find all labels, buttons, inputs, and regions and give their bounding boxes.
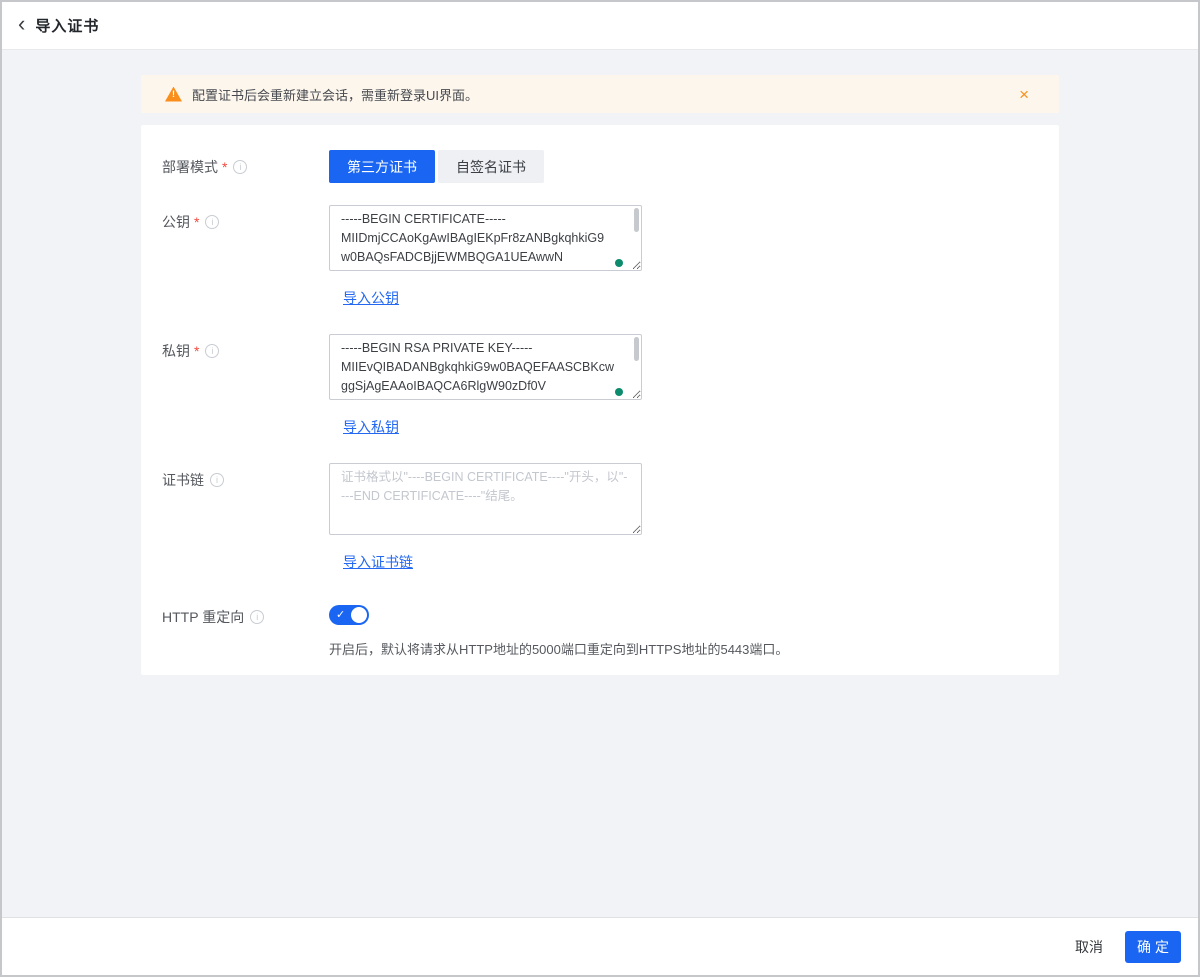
cert-chain-textarea[interactable] xyxy=(329,463,642,535)
info-icon[interactable]: i xyxy=(205,215,219,229)
confirm-button[interactable]: 确定 xyxy=(1125,931,1181,963)
private-key-label: 私钥 xyxy=(162,341,190,361)
deploy-mode-label: 部署模式 xyxy=(162,157,218,177)
deploy-mode-label-group: 部署模式 * i xyxy=(162,150,329,183)
textarea-scrollbar[interactable] xyxy=(634,337,639,361)
info-icon[interactable]: i xyxy=(250,610,264,624)
public-key-field-wrap: -----BEGIN CERTIFICATE----- MIIDmjCCAoKg… xyxy=(329,205,642,276)
valid-status-dot xyxy=(615,259,623,267)
tab-self-signed-cert[interactable]: 自签名证书 xyxy=(438,150,544,183)
page-title: 导入证书 xyxy=(35,15,99,36)
private-key-row: 私钥 * i -----BEGIN RSA PRIVATE KEY----- M… xyxy=(162,334,1059,437)
required-asterisk: * xyxy=(194,341,199,359)
toggle-knob xyxy=(351,607,367,623)
warning-banner-text: 配置证书后会重新建立会话，需重新登录UI界面。 xyxy=(192,85,1019,104)
tab-third-party-cert[interactable]: 第三方证书 xyxy=(329,150,435,183)
import-cert-chain-link[interactable]: 导入证书链 xyxy=(343,552,413,572)
public-key-textarea[interactable]: -----BEGIN CERTIFICATE----- MIIDmjCCAoKg… xyxy=(329,205,642,271)
required-asterisk: * xyxy=(222,157,227,175)
http-redirect-help-text: 开启后，默认将请求从HTTP地址的5000端口重定向到HTTPS地址的5443端… xyxy=(329,639,1059,658)
required-asterisk: * xyxy=(194,212,199,230)
form-card: 部署模式 * i 第三方证书 自签名证书 公钥 * i xyxy=(141,125,1059,675)
http-redirect-toggle[interactable]: ✓ xyxy=(329,605,369,625)
deploy-mode-row: 部署模式 * i 第三方证书 自签名证书 xyxy=(162,150,1059,183)
http-redirect-row: HTTP 重定向 i ✓ 开启后，默认将请求从HTTP地址的5000端口重定向到… xyxy=(162,600,1059,658)
import-certificate-page: ‹ 导入证书 ! 配置证书后会重新建立会话，需重新登录UI界面。 × 部署模式 … xyxy=(0,0,1200,977)
deploy-mode-tabs: 第三方证书 自签名证书 xyxy=(329,150,1059,183)
cert-chain-label: 证书链 xyxy=(162,470,204,490)
valid-status-dot xyxy=(615,388,623,396)
page-header: ‹ 导入证书 xyxy=(2,2,1198,50)
info-icon[interactable]: i xyxy=(205,344,219,358)
footer-action-bar: 取消 确定 xyxy=(2,917,1198,975)
warning-banner: ! 配置证书后会重新建立会话，需重新登录UI界面。 × xyxy=(141,75,1059,113)
back-icon[interactable]: ‹ xyxy=(18,13,25,35)
info-icon[interactable]: i xyxy=(233,160,247,174)
warning-triangle-icon: ! xyxy=(165,87,182,102)
cert-chain-label-group: 证书链 i xyxy=(162,463,329,572)
cancel-button[interactable]: 取消 xyxy=(1075,937,1103,957)
private-key-textarea[interactable]: -----BEGIN RSA PRIVATE KEY----- MIIEvQIB… xyxy=(329,334,642,400)
private-key-field-wrap: -----BEGIN RSA PRIVATE KEY----- MIIEvQIB… xyxy=(329,334,642,405)
cert-chain-row: 证书链 i 导入证书链 xyxy=(162,463,1059,572)
cert-chain-field-wrap xyxy=(329,463,642,540)
info-icon[interactable]: i xyxy=(210,473,224,487)
private-key-label-group: 私钥 * i xyxy=(162,334,329,437)
banner-close-icon[interactable]: × xyxy=(1019,86,1029,103)
content-area: ! 配置证书后会重新建立会话，需重新登录UI界面。 × 部署模式 * i 第三方… xyxy=(2,50,1198,917)
import-private-key-link[interactable]: 导入私钥 xyxy=(343,417,399,437)
public-key-row: 公钥 * i -----BEGIN CERTIFICATE----- MIIDm… xyxy=(162,205,1059,308)
toggle-check-icon: ✓ xyxy=(336,608,345,622)
http-redirect-label-group: HTTP 重定向 i xyxy=(162,600,329,658)
public-key-label: 公钥 xyxy=(162,212,190,232)
public-key-label-group: 公钥 * i xyxy=(162,205,329,308)
http-redirect-label: HTTP 重定向 xyxy=(162,607,244,627)
import-public-key-link[interactable]: 导入公钥 xyxy=(343,288,399,308)
textarea-scrollbar[interactable] xyxy=(634,208,639,232)
